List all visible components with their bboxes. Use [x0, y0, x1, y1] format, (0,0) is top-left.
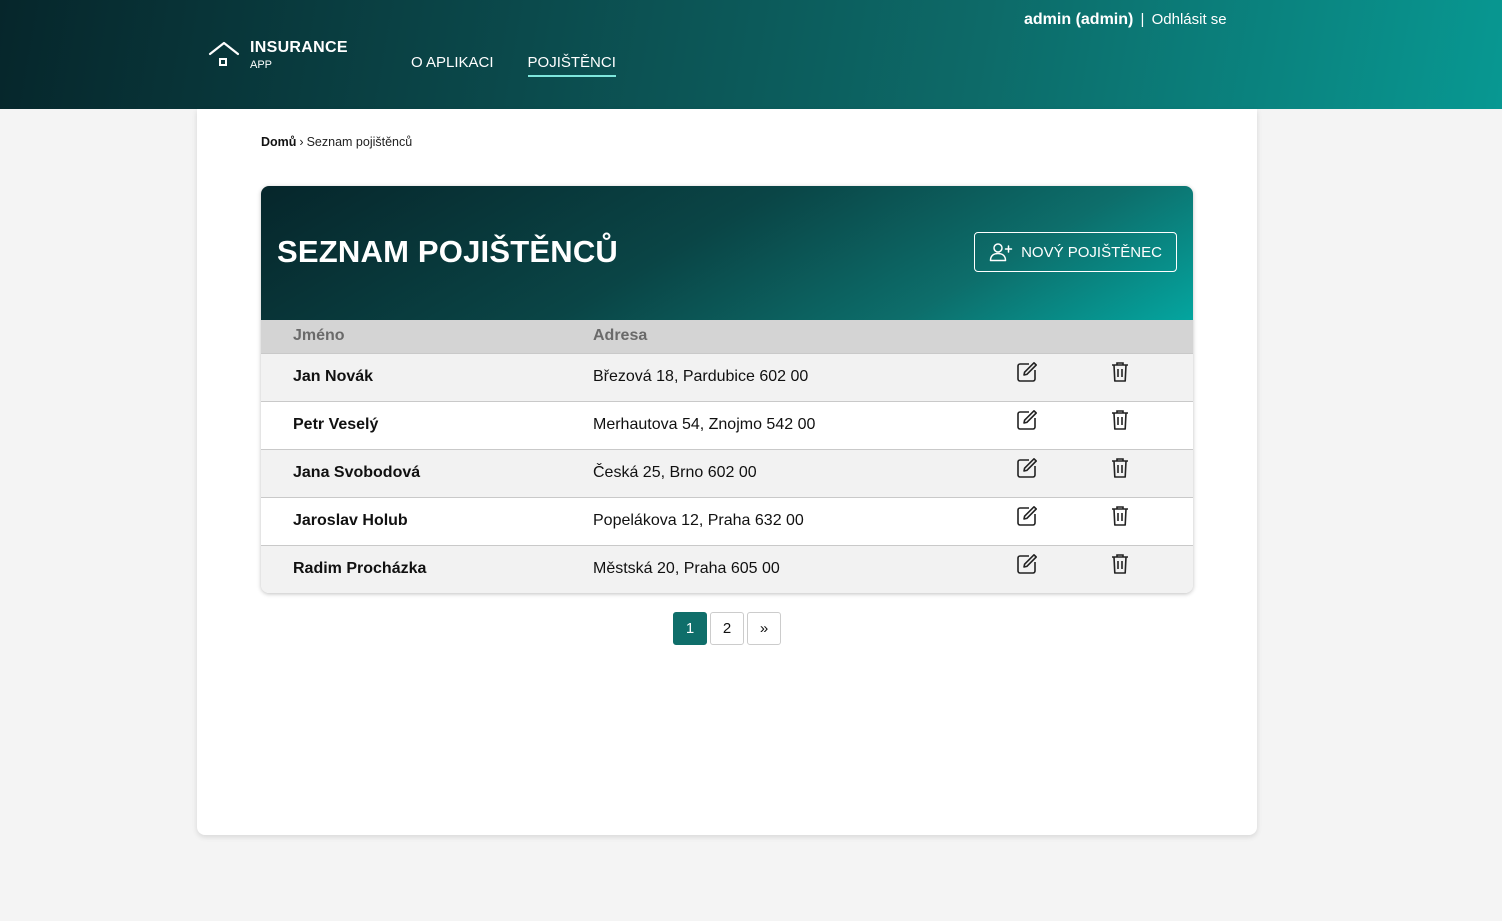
trash-icon[interactable]: [1108, 456, 1132, 480]
insured-name[interactable]: Jan Novák: [261, 353, 593, 401]
new-insured-label: NOVÝ POJIŠTĚNEC: [1021, 243, 1162, 261]
top-navbar: INSURANCE APP O APLIKACI POJIŠTĚNCI admi…: [0, 0, 1502, 109]
breadcrumb-separator: ›: [299, 135, 304, 149]
breadcrumb-current: Seznam pojištěnců: [306, 135, 413, 149]
trash-icon[interactable]: [1108, 504, 1132, 528]
page-button-2[interactable]: 2: [710, 612, 744, 645]
trash-icon[interactable]: [1108, 552, 1132, 576]
insured-address: Česká 25, Brno 602 00: [593, 464, 757, 481]
insured-name[interactable]: Jaroslav Holub: [261, 497, 593, 545]
edit-icon[interactable]: [1015, 360, 1039, 384]
column-header-delete: [1086, 320, 1193, 353]
brand-subtitle: APP: [250, 59, 273, 71]
content-card: Domů › Seznam pojištěnců SEZNAM POJIŠTĚNCŮ…: [197, 109, 1257, 835]
user-area: admin (admin) | Odhlásit se: [1024, 11, 1227, 29]
user-name: admin (admin): [1024, 11, 1134, 28]
insured-address: Březová 18, Pardubice 602 00: [593, 368, 809, 385]
main-nav: O APLIKACI POJIŠTĚNCI: [411, 54, 616, 77]
nav-item-o-aplikaci[interactable]: O APLIKACI: [411, 54, 494, 77]
edit-icon[interactable]: [1015, 552, 1039, 576]
panel-header: SEZNAM POJIŠTĚNCŮ NOVÝ POJIŠTĚNEC: [261, 186, 1193, 320]
insured-table: Jméno Adresa Jan Novák Březová 18, Pardu…: [261, 320, 1193, 593]
breadcrumb: Domů › Seznam pojištěnců: [261, 135, 412, 149]
trash-icon[interactable]: [1108, 360, 1132, 384]
add-user-icon: [989, 243, 1013, 262]
insured-address: Městská 20, Praha 605 00: [593, 560, 780, 578]
column-header-address: Adresa: [593, 327, 648, 345]
brand-name: INSURANCE: [250, 39, 348, 56]
insured-address: Popelákova 12, Praha 632 00: [593, 512, 804, 529]
edit-icon[interactable]: [1015, 456, 1039, 480]
next-page-button[interactable]: »: [747, 612, 781, 645]
insured-name[interactable]: Jana Svobodová: [261, 449, 593, 497]
table-row: Jana Svobodová Česká 25, Brno 602 00: [261, 449, 1193, 497]
table-row: Petr Veselý Merhautova 54, Znojmo 542 00: [261, 401, 1193, 449]
table-row: Jaroslav Holub Popelákova 12, Praha 632 …: [261, 497, 1193, 545]
table-header-row: Jméno Adresa: [261, 320, 1193, 353]
user-separator: |: [1140, 11, 1145, 28]
breadcrumb-home-link[interactable]: Domů: [261, 135, 296, 149]
pagination: 1 2 »: [673, 612, 781, 645]
page-button-1[interactable]: 1: [673, 612, 707, 645]
insured-address: Merhautova 54, Znojmo 542 00: [593, 416, 816, 433]
column-header-edit: [993, 320, 1086, 353]
page-title: SEZNAM POJIŠTĚNCŮ: [277, 234, 618, 269]
table-row: Radim Procházka Městská 20, Praha 605 00: [261, 545, 1193, 593]
edit-icon[interactable]: [1015, 408, 1039, 432]
column-header-name: Jméno: [293, 327, 345, 345]
nav-item-pojistenci[interactable]: POJIŠTĚNCI: [527, 54, 616, 77]
insured-name[interactable]: Petr Veselý: [261, 401, 593, 449]
trash-icon[interactable]: [1108, 408, 1132, 432]
logout-link[interactable]: Odhlásit se: [1152, 11, 1227, 28]
new-insured-button[interactable]: NOVÝ POJIŠTĚNEC: [974, 232, 1177, 272]
edit-icon[interactable]: [1015, 504, 1039, 528]
insured-list-panel: SEZNAM POJIŠTĚNCŮ NOVÝ POJIŠTĚNEC Jméno …: [261, 186, 1193, 593]
insured-name[interactable]: Radim Procházka: [261, 545, 593, 593]
brand-logo[interactable]: INSURANCE APP: [208, 40, 348, 71]
table-row: Jan Novák Březová 18, Pardubice 602 00: [261, 353, 1193, 401]
house-icon: [208, 41, 240, 66]
